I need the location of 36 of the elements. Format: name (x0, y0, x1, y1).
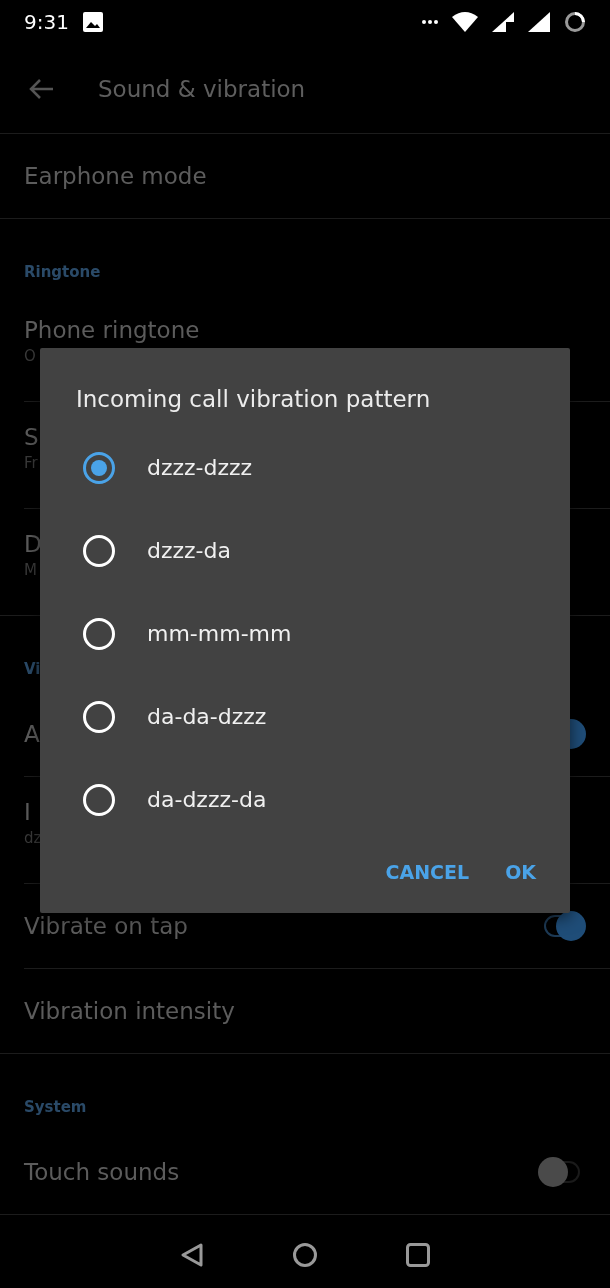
recents-icon[interactable] (406, 1242, 430, 1267)
signal-icon (528, 12, 550, 32)
dialog-title: Incoming call vibration pattern (76, 386, 432, 412)
clock: 9:31 (24, 10, 69, 34)
option-label[interactable]: dzzz-dzzz (147, 455, 253, 480)
setting-title[interactable]: S (24, 424, 39, 450)
setting-title[interactable]: Touch sounds (24, 1159, 180, 1185)
option-label[interactable]: da-da-dzzz (147, 704, 267, 729)
back-arrow-icon[interactable] (28, 77, 54, 100)
home-icon[interactable] (292, 1241, 318, 1268)
setting-title[interactable]: Vibration intensity (24, 998, 235, 1024)
setting-summary: O (24, 347, 36, 365)
setting-title[interactable]: D (24, 531, 42, 557)
more-icon (422, 20, 438, 24)
option-label[interactable]: dzzz-da (147, 538, 231, 563)
back-icon[interactable] (180, 1241, 204, 1268)
wifi-icon (452, 12, 478, 32)
dialog-button[interactable]: CANCEL (377, 851, 478, 893)
signal-icon (492, 12, 514, 32)
screen-title: Sound & vibration (98, 75, 306, 102)
setting-title[interactable]: Vibrate on tap (24, 913, 188, 939)
option-label[interactable]: mm-mm-mm (147, 621, 292, 646)
section-header: System (24, 1098, 87, 1116)
radio-button[interactable] (83, 451, 115, 484)
setting-summary: M (24, 561, 37, 579)
option-label[interactable]: da-dzzz-da (147, 787, 267, 812)
image-icon (82, 12, 103, 32)
dialog-button[interactable]: OK (497, 851, 544, 893)
section-header: Vi (24, 660, 41, 678)
section-header: Ringtone (24, 263, 101, 281)
setting-title[interactable]: A (24, 721, 40, 747)
battery-ring-icon (564, 11, 586, 33)
setting-title[interactable]: I (24, 799, 31, 825)
setting-title[interactable]: Earphone mode (24, 163, 207, 189)
setting-title[interactable]: Phone ringtone (24, 317, 200, 343)
setting-summary: Fr (24, 454, 38, 472)
